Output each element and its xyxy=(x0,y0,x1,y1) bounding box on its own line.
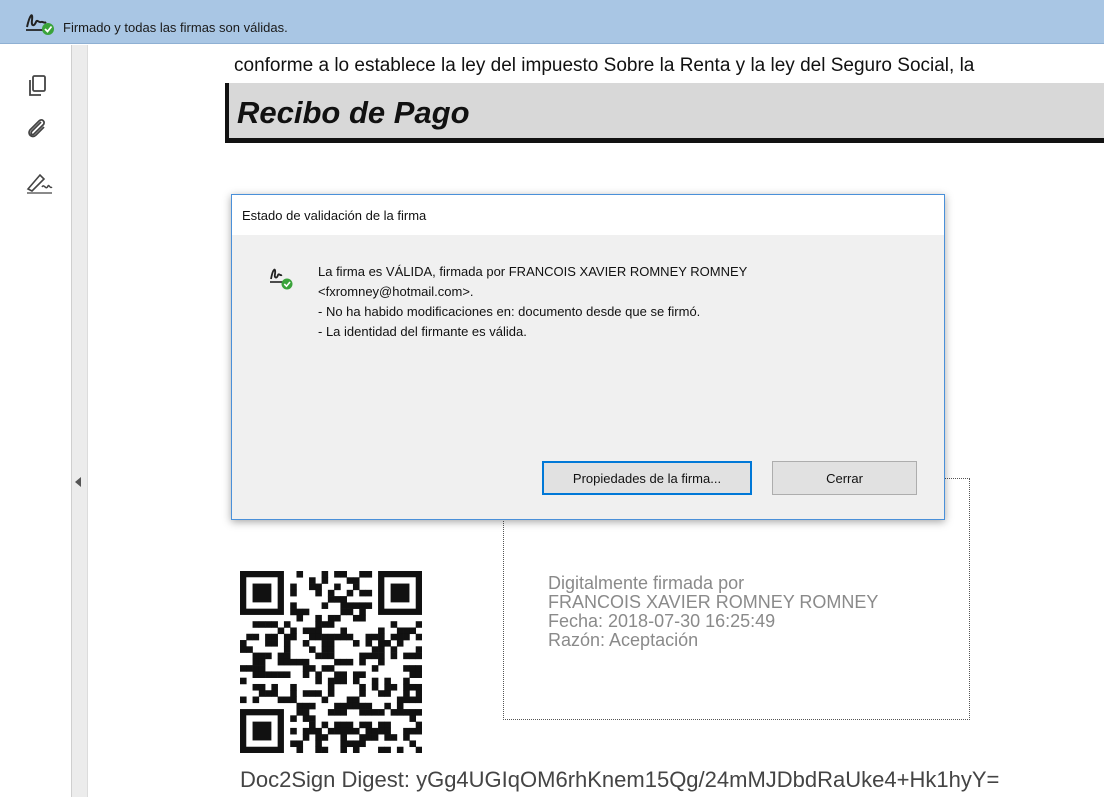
title-box: Recibo de Pago xyxy=(225,83,1104,143)
signature-panel-icon[interactable] xyxy=(24,169,53,195)
signature-validation-dialog: Estado de validación de la firma La firm… xyxy=(231,194,945,520)
validation-line: La firma es VÁLIDA, firmada por FRANCOIS… xyxy=(318,264,748,279)
collapse-pane-arrow-icon[interactable] xyxy=(74,475,82,487)
document-digest: Doc2Sign Digest: yGg4UGIqOM6rhKnem15Qg/2… xyxy=(240,767,1000,792)
signature-status-message: Firmado y todas las firmas son válidas. xyxy=(63,20,288,35)
signature-status-banner: Firmado y todas las firmas son válidas. xyxy=(0,0,1104,44)
pane-splitter[interactable] xyxy=(72,45,88,797)
validation-line: - La identidad del firmante es válida. xyxy=(318,324,527,339)
dialog-title: Estado de validación de la firma xyxy=(242,208,427,223)
signature-appearance-text: Digitalmente firmada por FRANCOIS XAVIER… xyxy=(548,574,878,650)
pages-icon[interactable] xyxy=(24,73,50,99)
signature-properties-button[interactable]: Propiedades de la firma... xyxy=(542,461,752,495)
document-text-line: conforme a lo establece la ley del impue… xyxy=(234,55,975,76)
signature-line: Razón: Aceptación xyxy=(548,630,699,650)
valid-signature-icon xyxy=(24,10,58,36)
attachment-icon[interactable] xyxy=(24,115,50,141)
validation-line: - No ha habido modificaciones en: docume… xyxy=(318,304,701,319)
close-button[interactable]: Cerrar xyxy=(772,461,917,495)
validation-message: La firma es VÁLIDA, firmada por FRANCOIS… xyxy=(318,262,747,342)
dialog-titlebar[interactable]: Estado de validación de la firma xyxy=(232,195,944,235)
qr-code xyxy=(240,571,423,754)
signature-line: Fecha: 2018-07-30 16:25:49 xyxy=(548,611,776,631)
valid-signature-icon xyxy=(268,265,296,291)
document-title: Recibo de Pago xyxy=(237,95,470,130)
navigation-pane xyxy=(0,45,72,797)
signature-line: FRANCOIS XAVIER ROMNEY ROMNEY xyxy=(548,592,879,612)
validation-line: <fxromney@hotmail.com>. xyxy=(318,284,474,299)
signature-line: Digitalmente firmada por xyxy=(548,573,745,593)
